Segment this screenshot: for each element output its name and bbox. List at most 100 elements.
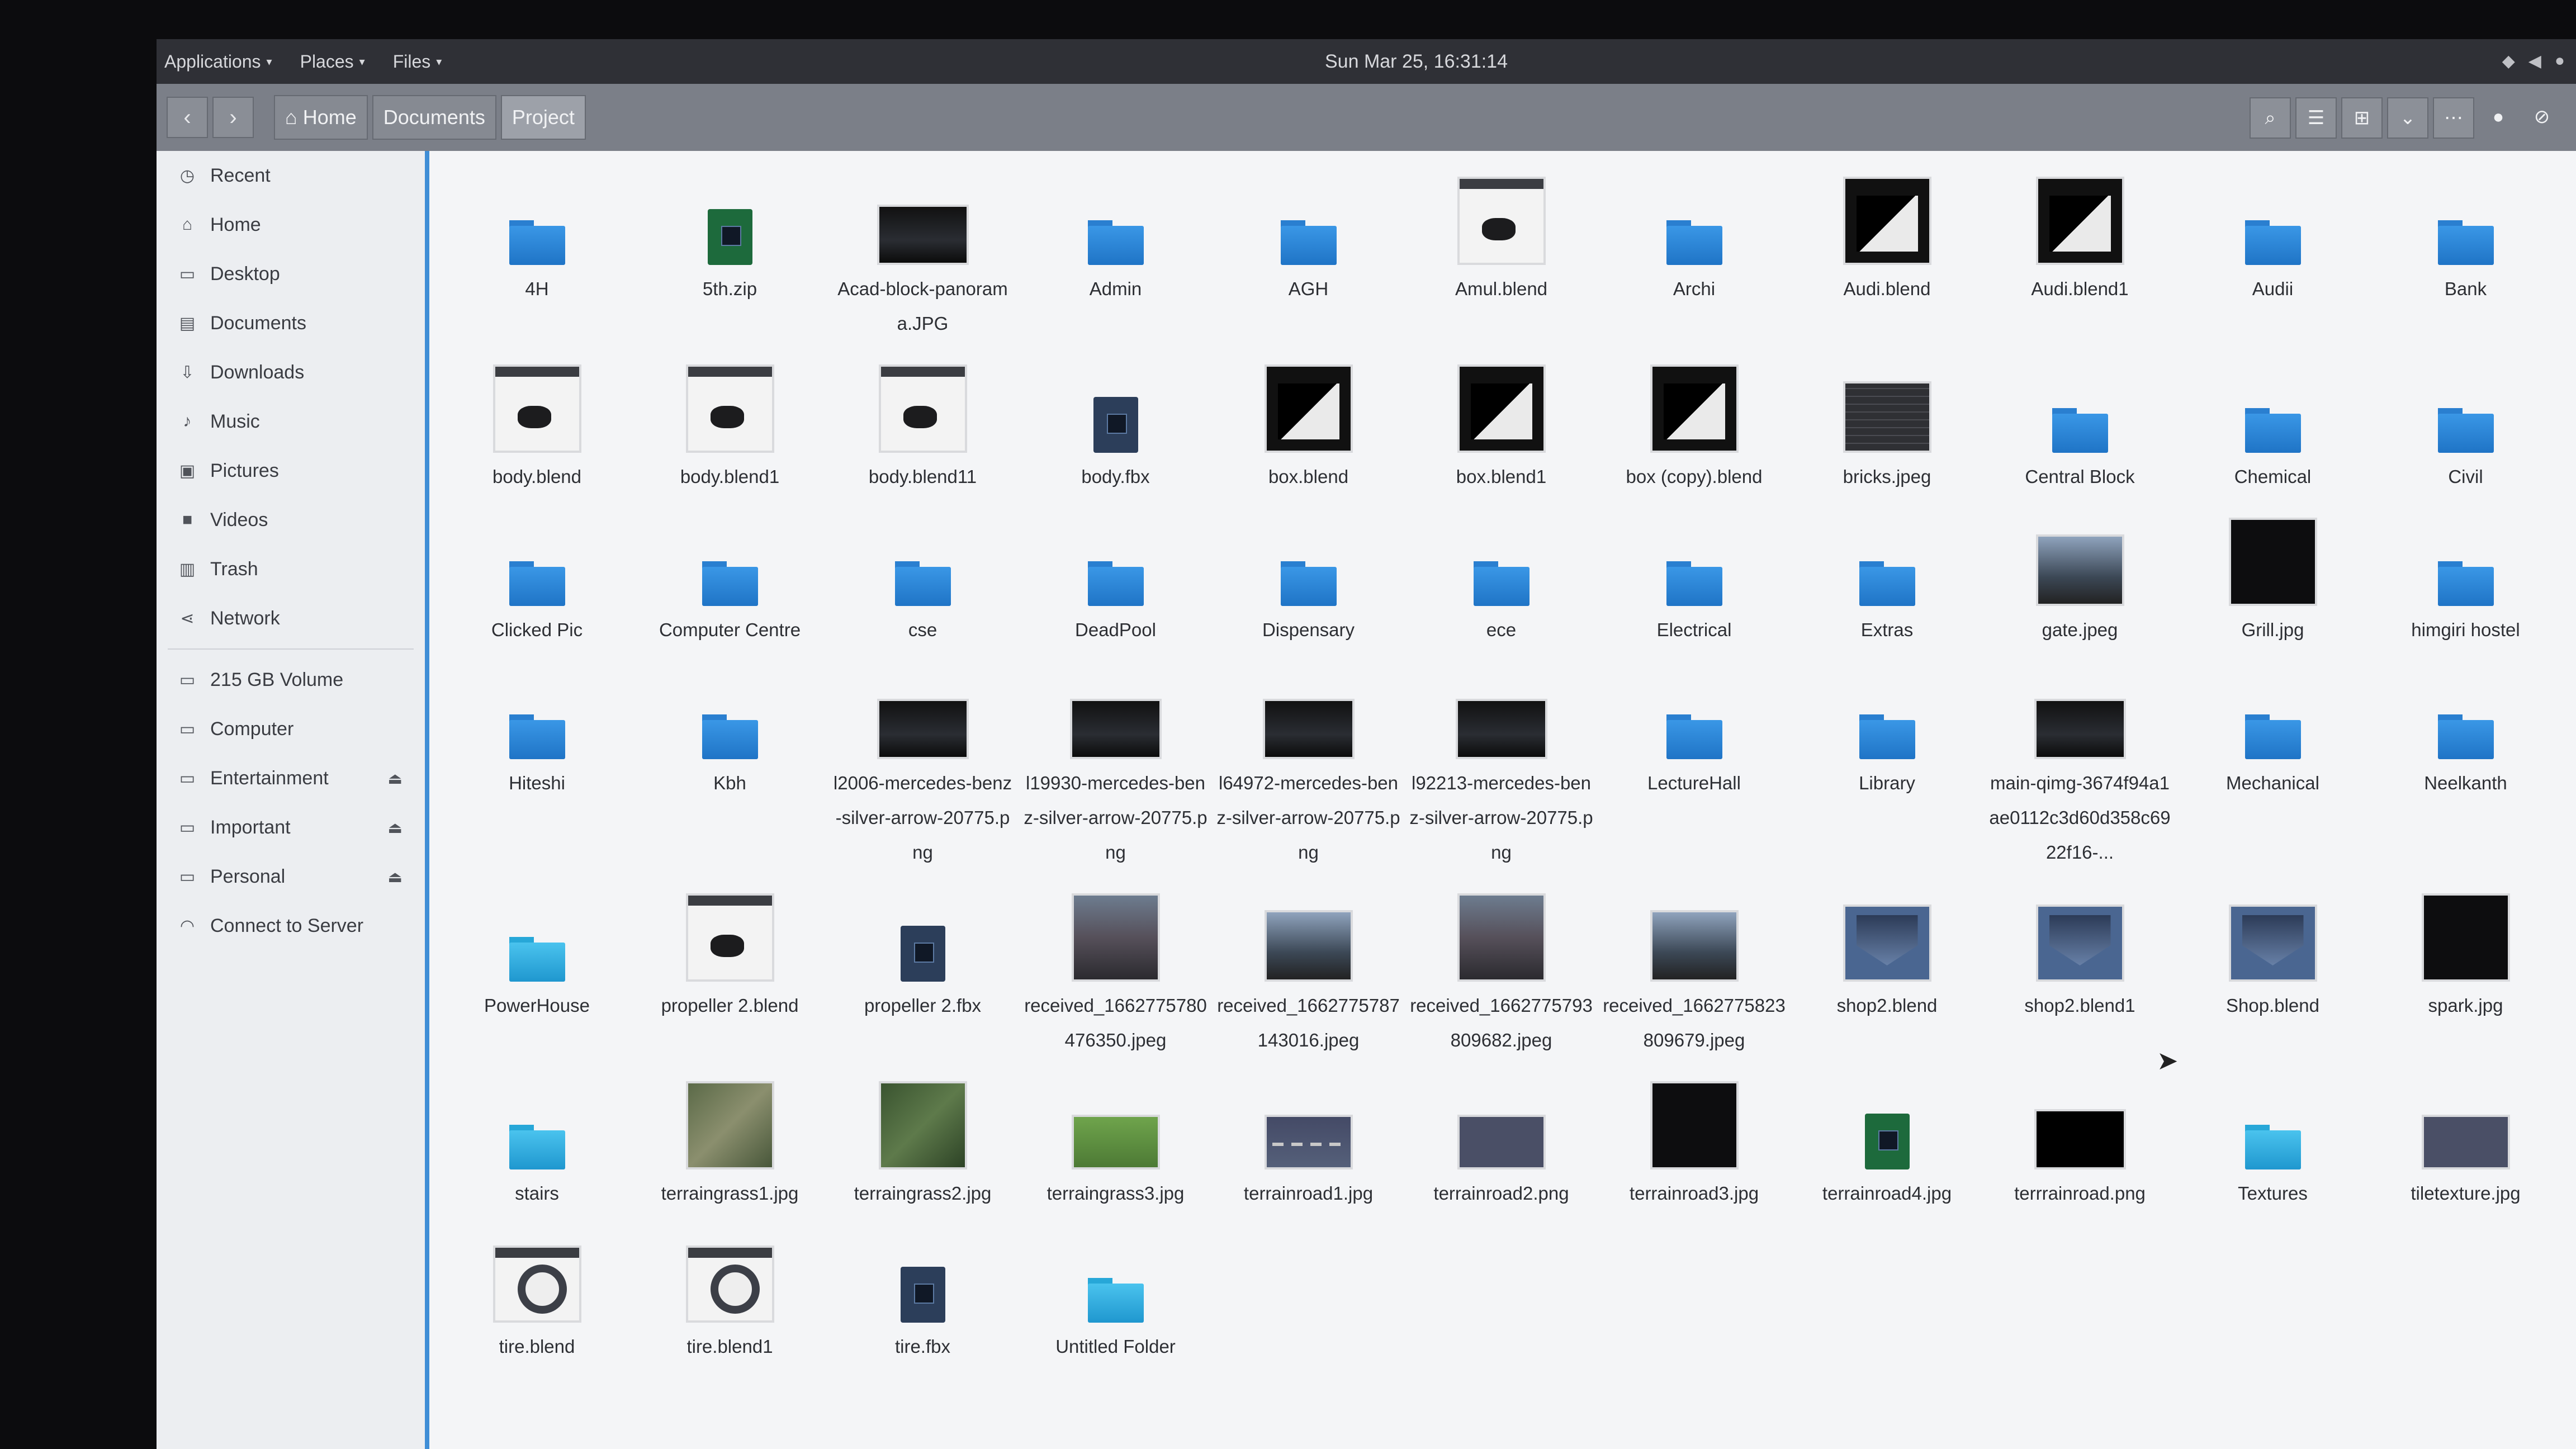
eject-icon[interactable]: ⏏: [388, 818, 402, 837]
folder-item[interactable]: ece: [1405, 503, 1598, 647]
file-item[interactable]: tire.blend: [441, 1220, 633, 1364]
sidebar-device[interactable]: ▭ Personal ⏏: [157, 852, 425, 901]
folder-item[interactable]: PowerHouse: [441, 879, 633, 1058]
list-view-button[interactable]: ☰: [2295, 97, 2337, 139]
close-button[interactable]: ⊘: [2522, 97, 2561, 136]
file-item[interactable]: received_1662775787143016.jpeg: [1212, 879, 1405, 1058]
sidebar-item-desktop[interactable]: ▭ Desktop: [157, 249, 425, 299]
file-item[interactable]: box (copy).blend: [1598, 350, 1791, 494]
minimize-button[interactable]: ●: [2479, 97, 2518, 136]
file-item[interactable]: propeller 2.blend: [633, 879, 826, 1058]
file-item[interactable]: terrainroad4.jpg: [1791, 1067, 1983, 1211]
file-item[interactable]: Amul.blend: [1405, 162, 1598, 341]
file-item[interactable]: l2006-mercedes-benz-silver-arrow-20775.p…: [826, 656, 1019, 870]
crumb-project[interactable]: Project: [500, 95, 586, 140]
sidebar-item-music[interactable]: ♪ Music: [157, 397, 425, 446]
view-options-button[interactable]: ⌄: [2387, 97, 2428, 139]
crumb-home[interactable]: ⌂ Home: [274, 95, 368, 140]
file-item[interactable]: body.blend11: [826, 350, 1019, 494]
folder-item[interactable]: Mechanical: [2176, 656, 2369, 870]
sidebar-item-documents[interactable]: ▤ Documents: [157, 299, 425, 348]
file-item[interactable]: body.blend1: [633, 350, 826, 494]
file-item[interactable]: terraingrass1.jpg: [633, 1067, 826, 1211]
clock[interactable]: Sun Mar 25, 16:31:14: [1325, 39, 1508, 84]
folder-item[interactable]: Electrical: [1598, 503, 1791, 647]
file-item[interactable]: bricks.jpeg: [1791, 350, 1983, 494]
sidebar-item-network[interactable]: ⋖ Network: [157, 594, 425, 643]
search-button[interactable]: ⌕: [2250, 97, 2291, 139]
folder-item[interactable]: Chemical: [2176, 350, 2369, 494]
folder-item[interactable]: Kbh: [633, 656, 826, 870]
file-item[interactable]: terrainroad1.jpg: [1212, 1067, 1405, 1211]
folder-item[interactable]: Textures: [2176, 1067, 2369, 1211]
sidebar-device[interactable]: ▭ 215 GB Volume: [157, 655, 425, 704]
file-item[interactable]: l19930-mercedes-benz-silver-arrow-20775.…: [1019, 656, 1212, 870]
file-item[interactable]: tiletexture.jpg: [2369, 1067, 2562, 1211]
sidebar-item-videos[interactable]: ■ Videos: [157, 495, 425, 544]
menu-button[interactable]: ⋯: [2433, 97, 2474, 139]
sidebar-item-home[interactable]: ⌂ Home: [157, 200, 425, 249]
grid-view-button[interactable]: ⊞: [2341, 97, 2383, 139]
file-item[interactable]: shop2.blend1: [1983, 879, 2176, 1058]
files-menu[interactable]: Files ▾: [393, 51, 442, 72]
file-item[interactable]: spark.jpg: [2369, 879, 2562, 1058]
sidebar-item-pictures[interactable]: ▣ Pictures: [157, 446, 425, 495]
folder-item[interactable]: Computer Centre: [633, 503, 826, 647]
folder-item[interactable]: Central Block: [1983, 350, 2176, 494]
applications-menu[interactable]: Applications ▾: [164, 51, 272, 72]
sidebar-item-downloads[interactable]: ⇩ Downloads: [157, 348, 425, 397]
file-item[interactable]: gate.jpeg: [1983, 503, 2176, 647]
folder-item[interactable]: cse: [826, 503, 1019, 647]
file-item[interactable]: 5th.zip: [633, 162, 826, 341]
sidebar-device[interactable]: ▭ Computer: [157, 704, 425, 754]
file-item[interactable]: Shop.blend: [2176, 879, 2369, 1058]
file-item[interactable]: Audi.blend1: [1983, 162, 2176, 341]
volume-icon[interactable]: ◀: [2528, 51, 2541, 71]
crumb-documents[interactable]: Documents: [372, 95, 496, 140]
file-item[interactable]: received_1662775823809679.jpeg: [1598, 879, 1791, 1058]
folder-item[interactable]: Civil: [2369, 350, 2562, 494]
file-item[interactable]: terrainroad3.jpg: [1598, 1067, 1791, 1211]
file-item[interactable]: l64972-mercedes-benz-silver-arrow-20775.…: [1212, 656, 1405, 870]
file-item[interactable]: tire.fbx: [826, 1220, 1019, 1364]
file-item[interactable]: tire.blend1: [633, 1220, 826, 1364]
file-item[interactable]: box.blend: [1212, 350, 1405, 494]
file-item[interactable]: body.fbx: [1019, 350, 1212, 494]
folder-item[interactable]: Clicked Pic: [441, 503, 633, 647]
file-item[interactable]: received_1662775780476350.jpeg: [1019, 879, 1212, 1058]
folder-item[interactable]: 4H: [441, 162, 633, 341]
folder-item[interactable]: Admin: [1019, 162, 1212, 341]
folder-item[interactable]: Audii: [2176, 162, 2369, 341]
wifi-icon[interactable]: ◆: [2502, 51, 2515, 71]
back-button[interactable]: ‹: [167, 97, 208, 138]
folder-item[interactable]: LectureHall: [1598, 656, 1791, 870]
eject-icon[interactable]: ⏏: [388, 769, 402, 788]
file-item[interactable]: box.blend1: [1405, 350, 1598, 494]
file-item[interactable]: terraingrass3.jpg: [1019, 1067, 1212, 1211]
file-item[interactable]: propeller 2.fbx: [826, 879, 1019, 1058]
file-item[interactable]: shop2.blend: [1791, 879, 1983, 1058]
folder-item[interactable]: Library: [1791, 656, 1983, 870]
file-item[interactable]: l92213-mercedes-benz-silver-arrow-20775.…: [1405, 656, 1598, 870]
places-menu[interactable]: Places ▾: [300, 51, 365, 72]
folder-item[interactable]: DeadPool: [1019, 503, 1212, 647]
folder-item[interactable]: himgiri hostel: [2369, 503, 2562, 647]
folder-item[interactable]: Untitled Folder: [1019, 1220, 1212, 1364]
file-item[interactable]: received_1662775793809682.jpeg: [1405, 879, 1598, 1058]
folder-item[interactable]: Hiteshi: [441, 656, 633, 870]
file-item[interactable]: Grill.jpg: [2176, 503, 2369, 647]
file-item[interactable]: body.blend: [441, 350, 633, 494]
sidebar-device[interactable]: ▭ Important ⏏: [157, 803, 425, 852]
folder-item[interactable]: AGH: [1212, 162, 1405, 341]
sidebar-item-recent[interactable]: ◷ Recent: [157, 151, 425, 200]
file-item[interactable]: terrainroad2.png: [1405, 1067, 1598, 1211]
folder-item[interactable]: stairs: [441, 1067, 633, 1211]
sidebar-device[interactable]: ◠ Connect to Server: [157, 901, 425, 950]
file-item[interactable]: Audi.blend: [1791, 162, 1983, 341]
folder-item[interactable]: Archi: [1598, 162, 1791, 341]
folder-item[interactable]: Neelkanth: [2369, 656, 2562, 870]
forward-button[interactable]: ›: [212, 97, 254, 138]
sidebar-item-trash[interactable]: ▥ Trash: [157, 544, 425, 594]
folder-item[interactable]: Bank: [2369, 162, 2562, 341]
folder-item[interactable]: Dispensary: [1212, 503, 1405, 647]
